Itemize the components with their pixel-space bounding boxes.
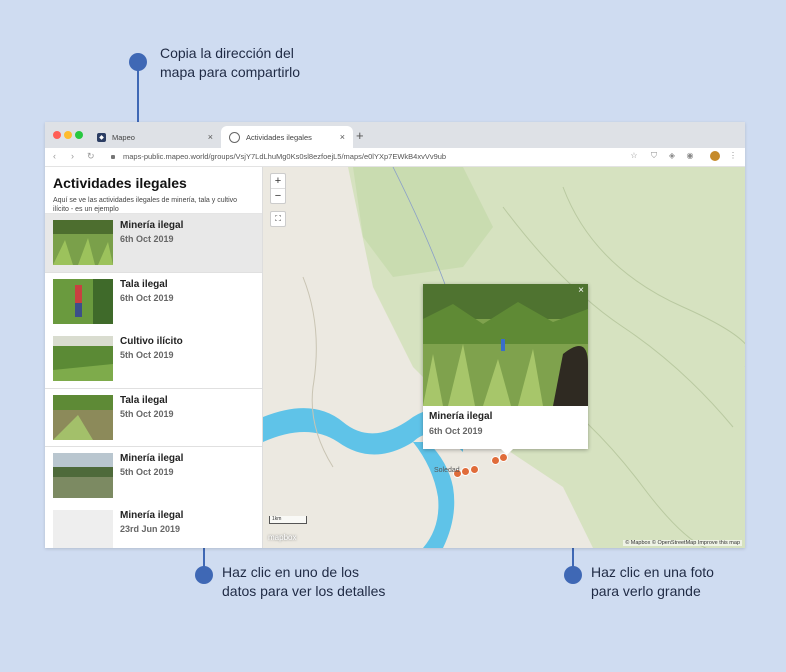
map-popup[interactable]: × Minería ilegal 6th Oct 2019 <box>423 284 588 455</box>
menu-dots-icon[interactable]: ⋮ <box>728 151 738 161</box>
popup-close-icon[interactable]: × <box>578 285 584 296</box>
map-canvas[interactable]: + − ⛶ Soledad × Minería ilegal 6th Oct 2… <box>263 167 745 548</box>
popup-photo[interactable] <box>423 284 588 406</box>
tab-bar: ◆ Mapeo × Actividades ilegales × + <box>45 122 745 148</box>
sidebar: Actividades ilegales Aquí se ve las acti… <box>45 167 263 548</box>
item-title: Tala ilegal <box>120 279 168 290</box>
tab-label: Actividades ilegales <box>246 132 312 142</box>
item-title: Minería ilegal <box>120 220 184 231</box>
photo-thumbnail-placeholder <box>53 510 113 548</box>
maximize-window-button[interactable] <box>75 131 83 139</box>
annotation-text-bottom-right: Haz clic en una foto para verlo grande <box>591 564 714 599</box>
globe-icon <box>229 131 240 143</box>
item-date: 5th Oct 2019 <box>120 467 174 477</box>
sidebar-title: Actividades ilegales <box>53 175 187 191</box>
photo-thumbnail <box>53 336 113 381</box>
item-date: 6th Oct 2019 <box>120 293 174 303</box>
tab-close-icon[interactable]: × <box>208 132 213 142</box>
tab-actividades-ilegales[interactable]: Actividades ilegales × <box>221 126 353 148</box>
page-viewport: Actividades ilegales Aquí se ve las acti… <box>45 167 745 548</box>
sidebar-description: Aquí se ve las actividades ilegales de m… <box>53 197 238 213</box>
lock-icon <box>111 154 115 159</box>
zoom-out-button[interactable]: − <box>271 189 285 203</box>
minimize-window-button[interactable] <box>64 131 72 139</box>
item-date: 23rd Jun 2019 <box>120 524 181 534</box>
address-bar[interactable]: maps-public.mapeo.world/groups/VsjY7LdLh… <box>103 150 623 163</box>
annotation-dot-bottom-right <box>564 566 582 584</box>
extension-badge-icon[interactable]: ◉ <box>685 151 695 161</box>
list-item[interactable]: Tala ilegal 5th Oct 2019 <box>45 388 262 446</box>
url-text: maps-public.mapeo.world/groups/VsjY7LdLh… <box>123 152 447 161</box>
map-scale: 1km <box>269 516 307 524</box>
forward-arrow-icon[interactable]: › <box>71 151 74 161</box>
reload-icon[interactable]: ↻ <box>87 151 95 162</box>
annotation-dot-bottom-left <box>195 566 213 584</box>
photo-thumbnail <box>53 395 113 440</box>
map-marker[interactable] <box>461 467 470 476</box>
list-item[interactable]: Tala ilegal 6th Oct 2019 <box>45 272 262 330</box>
fullscreen-button[interactable]: ⛶ <box>270 211 286 227</box>
browser-toolbar: ‹ › ↻ maps-public.mapeo.world/groups/Vsj… <box>45 148 745 167</box>
bookmark-star-icon[interactable]: ☆ <box>629 151 639 161</box>
mapbox-logo[interactable]: mapbox <box>268 533 296 542</box>
back-arrow-icon[interactable]: ‹ <box>53 151 56 161</box>
list-item[interactable]: Minería ilegal 5th Oct 2019 <box>45 446 262 504</box>
annotation-text-top: Copia la dirección del mapa para compart… <box>160 45 301 80</box>
place-label: Soledad <box>434 467 460 474</box>
tab-mapeo[interactable]: ◆ Mapeo × <box>89 126 221 148</box>
popup-title: Minería ilegal <box>429 411 493 422</box>
list-item[interactable]: Cultivo ilícito 5th Oct 2019 <box>45 330 262 388</box>
extension-icon[interactable]: ◈ <box>667 151 677 161</box>
list-item[interactable]: Minería ilegal 6th Oct 2019 <box>45 214 262 272</box>
annotation-dot-top <box>129 53 147 71</box>
map-marker[interactable] <box>470 465 479 474</box>
tab-label: Mapeo <box>112 132 135 142</box>
zoom-control: + − <box>270 173 286 204</box>
item-date: 6th Oct 2019 <box>120 234 174 244</box>
shield-extension-icon[interactable]: ⛉ <box>649 151 659 161</box>
map-attribution[interactable]: © Mapbox © OpenStreetMap Improve this ma… <box>623 540 742 546</box>
photo-thumbnail <box>53 279 113 324</box>
photo-thumbnail <box>53 453 113 498</box>
browser-window: ◆ Mapeo × Actividades ilegales × + ‹ › ↻… <box>45 122 745 548</box>
item-title: Tala ilegal <box>120 395 168 406</box>
item-date: 5th Oct 2019 <box>120 409 174 419</box>
photo-thumbnail <box>53 220 113 265</box>
item-title: Minería ilegal <box>120 510 184 521</box>
sidebar-header: Actividades ilegales Aquí se ve las acti… <box>45 167 262 214</box>
new-tab-button[interactable]: + <box>356 128 364 143</box>
item-title: Cultivo ilícito <box>120 336 183 347</box>
popup-date: 6th Oct 2019 <box>429 426 483 436</box>
list-item[interactable]: Minería ilegal 23rd Jun 2019 <box>45 504 262 548</box>
zoom-in-button[interactable]: + <box>271 174 285 189</box>
close-window-button[interactable] <box>53 131 61 139</box>
tab-close-icon[interactable]: × <box>340 132 345 142</box>
annotation-text-bottom-left: Haz clic en uno de los datos para ver lo… <box>222 564 386 599</box>
popup-tip <box>501 449 513 455</box>
mapeo-favicon-icon: ◆ <box>97 132 106 142</box>
item-title: Minería ilegal <box>120 453 184 464</box>
profile-avatar-icon[interactable] <box>710 151 720 161</box>
item-date: 5th Oct 2019 <box>120 350 174 360</box>
